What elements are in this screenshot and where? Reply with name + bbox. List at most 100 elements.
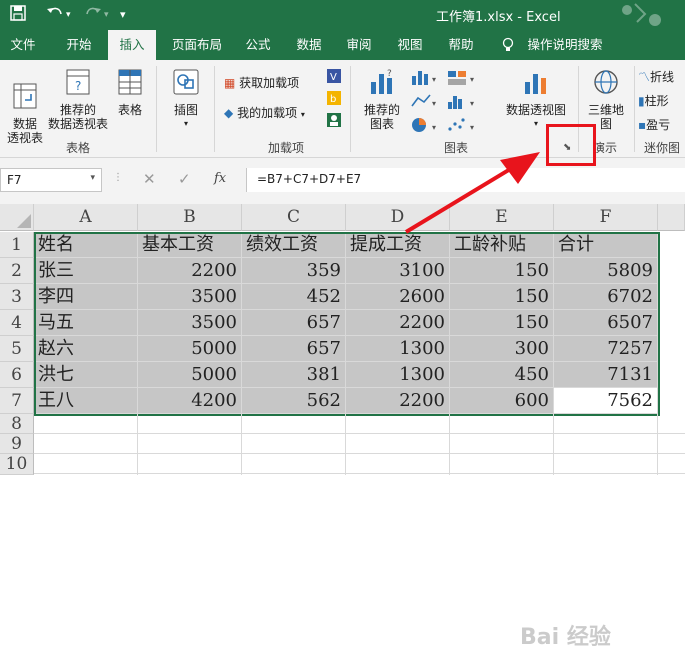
- row-header-8[interactable]: 8: [0, 414, 34, 434]
- pie-chart-icon[interactable]: ▾: [410, 116, 444, 137]
- row-header-9[interactable]: 9: [0, 434, 34, 454]
- row-header-4[interactable]: 4: [0, 310, 34, 336]
- row-header-6[interactable]: 6: [0, 362, 34, 388]
- get-addins-button[interactable]: ▦ 获取加载项: [224, 74, 299, 91]
- name-box[interactable]: F7 ▾: [0, 168, 102, 192]
- value-cell[interactable]: 562: [242, 388, 346, 414]
- recommended-charts-button[interactable]: ? 推荐的 图表: [360, 68, 404, 131]
- column-header-f[interactable]: F: [554, 204, 658, 231]
- value-cell[interactable]: 381: [242, 362, 346, 388]
- pivot-chart-button[interactable]: 数据透视图 ▾: [500, 70, 572, 131]
- my-addins-button[interactable]: ◆ 我的加载项 ▾: [224, 104, 305, 121]
- total-cell[interactable]: 6702: [554, 284, 658, 310]
- people-graph-icon[interactable]: [326, 112, 342, 131]
- customize-toolbar-icon[interactable]: ▾: [120, 8, 126, 21]
- table-button[interactable]: 表格: [112, 68, 148, 117]
- value-cell[interactable]: 359: [242, 258, 346, 284]
- total-cell[interactable]: 7131: [554, 362, 658, 388]
- row-header-3[interactable]: 3: [0, 284, 34, 310]
- value-cell[interactable]: 3500: [138, 310, 242, 336]
- column-chart-icon[interactable]: ▾: [410, 68, 444, 89]
- insert-function-icon[interactable]: fx: [214, 171, 226, 186]
- value-cell[interactable]: 1300: [346, 362, 450, 388]
- header-cell[interactable]: 基本工资: [138, 232, 242, 258]
- value-cell[interactable]: 657: [242, 310, 346, 336]
- tab-page-layout[interactable]: 页面布局: [162, 30, 232, 60]
- line-chart-icon[interactable]: ▾: [410, 92, 444, 113]
- name-cell[interactable]: 王八: [34, 388, 138, 414]
- row-header-5[interactable]: 5: [0, 336, 34, 362]
- undo-dropdown-icon[interactable]: ▾: [66, 10, 71, 20]
- value-cell[interactable]: 150: [450, 258, 554, 284]
- tab-view[interactable]: 视图: [390, 30, 430, 60]
- row-header-7[interactable]: 7: [0, 388, 34, 414]
- total-cell[interactable]: 7257: [554, 336, 658, 362]
- value-cell[interactable]: 150: [450, 310, 554, 336]
- header-cell[interactable]: 合计: [554, 232, 658, 258]
- line-sparkline-button[interactable]: 〽折线: [638, 68, 674, 85]
- visio-icon[interactable]: V: [326, 68, 342, 87]
- row-header-1[interactable]: 1: [0, 232, 34, 258]
- value-cell[interactable]: 600: [450, 388, 554, 414]
- name-cell[interactable]: 张三: [34, 258, 138, 284]
- 3d-map-button[interactable]: 三维地 图: [584, 68, 628, 131]
- pivot-table-button[interactable]: 数据 透视表: [4, 68, 46, 159]
- value-cell[interactable]: 300: [450, 336, 554, 362]
- name-cell[interactable]: 马五: [34, 310, 138, 336]
- column-header-c[interactable]: C: [242, 204, 346, 231]
- empty-cells[interactable]: [34, 414, 685, 475]
- value-cell[interactable]: 3100: [346, 258, 450, 284]
- winloss-sparkline-button[interactable]: ▪盈亏: [638, 116, 670, 133]
- bing-maps-icon[interactable]: b: [326, 90, 342, 109]
- tell-me-search[interactable]: 操作说明搜索: [522, 30, 608, 60]
- chevron-down-icon[interactable]: ▾: [90, 173, 95, 183]
- illustrations-button[interactable]: 插图 ▾: [166, 68, 206, 131]
- value-cell[interactable]: 2200: [346, 310, 450, 336]
- scatter-chart-icon[interactable]: ▾: [446, 116, 480, 137]
- value-cell[interactable]: 452: [242, 284, 346, 310]
- addin-puzzle-icon: ◆: [224, 106, 234, 120]
- tab-file[interactable]: 文件: [0, 30, 46, 60]
- enter-check-icon[interactable]: ✓: [178, 170, 191, 188]
- header-cell[interactable]: 姓名: [34, 232, 138, 258]
- cancel-icon[interactable]: ✕: [143, 170, 156, 188]
- value-cell[interactable]: 5000: [138, 336, 242, 362]
- header-cell[interactable]: 绩效工资: [242, 232, 346, 258]
- save-icon[interactable]: [10, 5, 26, 25]
- redo-icon[interactable]: [84, 5, 102, 25]
- total-cell[interactable]: 5809: [554, 258, 658, 284]
- row-header-10[interactable]: 10: [0, 454, 34, 475]
- column-header-b[interactable]: B: [138, 204, 242, 231]
- value-cell[interactable]: 3500: [138, 284, 242, 310]
- value-cell[interactable]: 5000: [138, 362, 242, 388]
- tab-data[interactable]: 数据: [289, 30, 329, 60]
- value-cell[interactable]: 2200: [138, 258, 242, 284]
- hierarchy-chart-icon[interactable]: ▾: [446, 68, 480, 89]
- recommended-pivot-button[interactable]: ? 推荐的 数据透视表: [46, 68, 110, 131]
- select-all-corner[interactable]: [0, 204, 34, 231]
- tab-help[interactable]: 帮助: [441, 30, 481, 60]
- tab-formulas[interactable]: 公式: [238, 30, 278, 60]
- column-header-g[interactable]: [658, 204, 685, 231]
- value-cell[interactable]: 657: [242, 336, 346, 362]
- name-cell[interactable]: 赵六: [34, 336, 138, 362]
- statistic-chart-icon[interactable]: ▾: [446, 92, 480, 113]
- value-cell[interactable]: 150: [450, 284, 554, 310]
- name-cell[interactable]: 洪七: [34, 362, 138, 388]
- name-cell[interactable]: 李四: [34, 284, 138, 310]
- tab-review[interactable]: 审阅: [339, 30, 379, 60]
- column-sparkline-button[interactable]: ▮柱形: [638, 92, 669, 109]
- value-cell[interactable]: 450: [450, 362, 554, 388]
- tab-insert[interactable]: 插入: [108, 30, 156, 60]
- redo-dropdown-icon[interactable]: ▾: [104, 10, 109, 20]
- tab-home[interactable]: 开始: [58, 30, 100, 60]
- value-cell[interactable]: 4200: [138, 388, 242, 414]
- total-cell[interactable]: 6507: [554, 310, 658, 336]
- undo-icon[interactable]: [46, 5, 64, 25]
- column-header-a[interactable]: A: [34, 204, 138, 231]
- row-header-2[interactable]: 2: [0, 258, 34, 284]
- value-cell[interactable]: 2200: [346, 388, 450, 414]
- value-cell[interactable]: 2600: [346, 284, 450, 310]
- active-cell-f7[interactable]: 7562: [554, 388, 658, 414]
- value-cell[interactable]: 1300: [346, 336, 450, 362]
